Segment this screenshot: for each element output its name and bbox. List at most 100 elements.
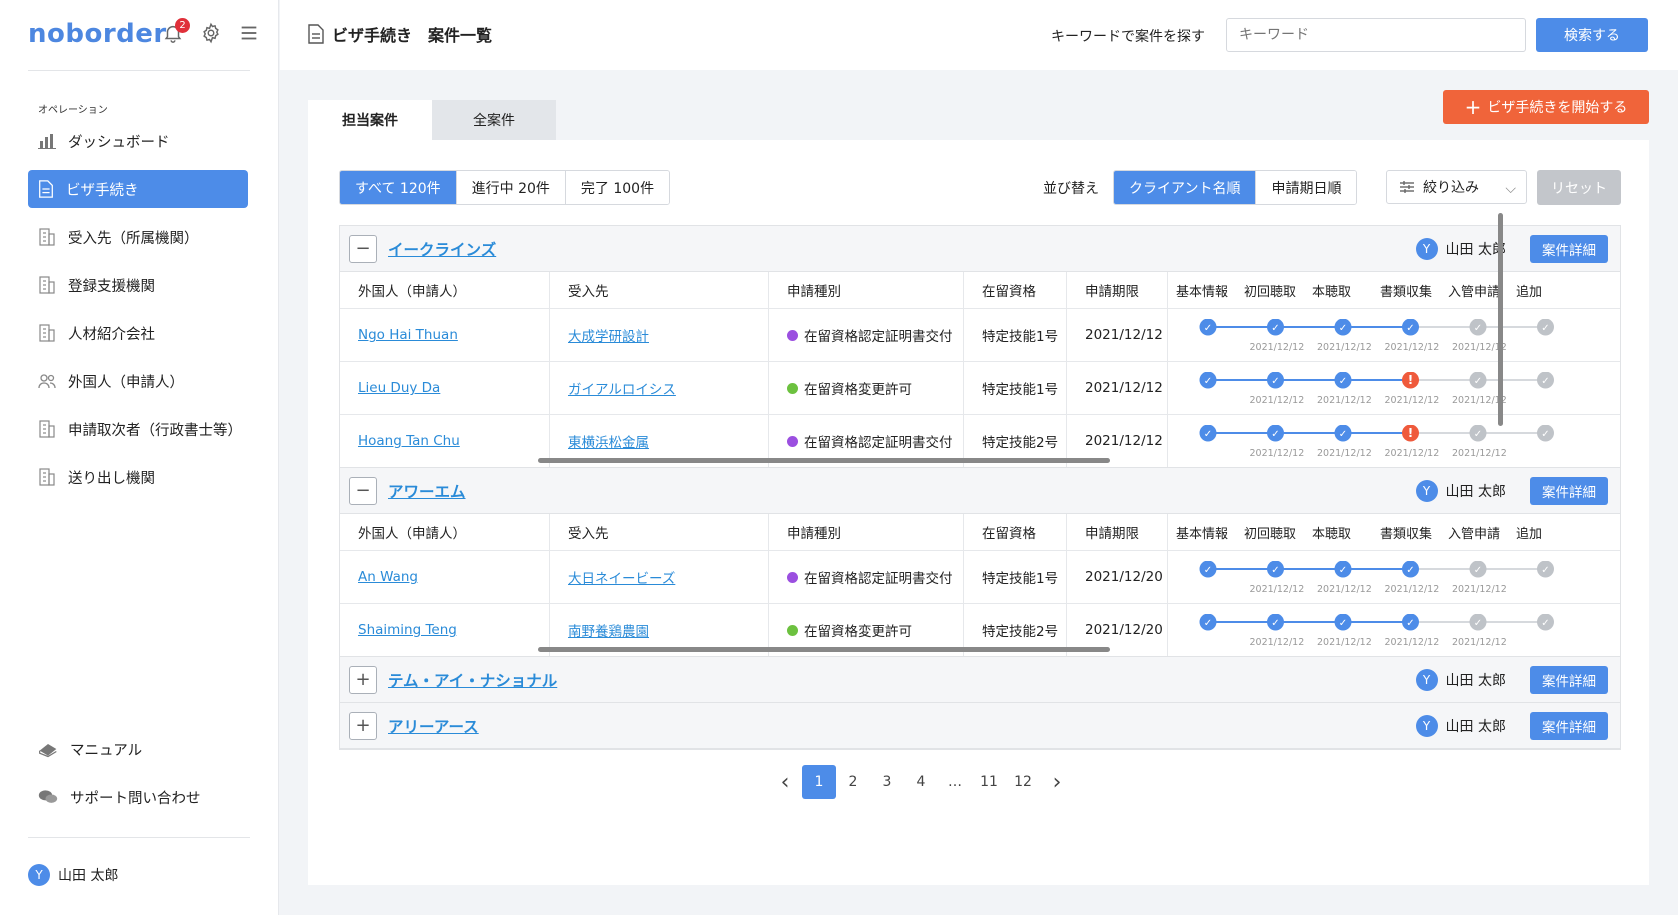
receiver-link[interactable]: 東横浜松金属 <box>568 431 649 451</box>
sidebar-item-5[interactable]: 外国人（申請人） <box>28 362 248 400</box>
type-label: 在留資格認定証明書交付 <box>804 329 953 345</box>
type-cell: 在留資格認定証明書交付 <box>769 309 964 361</box>
steps-wrap: ✓ ✓ ✓! ✓ ✓ 2021/12/12 2021/12/12 2021/12/12 2021… <box>1190 371 1610 406</box>
sidebar-item-1[interactable]: ビザ手続き <box>28 170 248 208</box>
applicant-link[interactable]: An Wang <box>358 569 418 585</box>
type-dot-icon <box>787 329 798 341</box>
page-number[interactable]: 3 <box>870 765 904 799</box>
steps-wrap: ✓ ✓ ✓ ✓ ✓ ✓ 2021/12/12 2021/12/12 2021/12/12 2021… <box>1190 318 1610 353</box>
stage-headers: 基本情報 初回聴取 本聴取 書類収集 入管申請 追加 <box>1168 272 1620 308</box>
step-date: 2021/12/12 <box>1249 584 1305 595</box>
people-icon <box>38 372 56 390</box>
receiver-link[interactable]: 南野養鶏農園 <box>568 620 649 640</box>
applicant-link[interactable]: Hoang Tan Chu <box>358 433 460 449</box>
horizontal-scrollbar[interactable] <box>538 647 1110 652</box>
case-detail-button[interactable]: 案件詳細 <box>1530 477 1608 505</box>
stage-header: 書類収集 <box>1380 284 1433 300</box>
step-mark: ✓ <box>1204 565 1212 576</box>
sidebar-item-2[interactable]: 受入先（所属機関） <box>28 218 248 256</box>
gear-icon[interactable] <box>200 22 224 46</box>
page-title-text: ビザ手続き 案件一覧 <box>332 26 493 45</box>
building-icon <box>38 468 56 486</box>
client-name-link[interactable]: イークラインズ <box>388 238 496 260</box>
applicant-cell: Lieu Duy Da <box>340 362 550 414</box>
expand-toggle[interactable]: + <box>349 665 377 694</box>
keyword-input[interactable] <box>1226 18 1526 52</box>
type-label: 在留資格認定証明書交付 <box>804 571 953 587</box>
horizontal-scrollbar[interactable] <box>538 458 1110 463</box>
reset-button[interactable]: リセット <box>1537 170 1621 205</box>
sidebar-item-4[interactable]: 人材紹介会社 <box>28 314 248 352</box>
table-row: Ngo Hai Thuan 大成学研設計 在留資格認定証明書交付 特定技能1号 2021… <box>340 309 1620 362</box>
sidebar-item-7[interactable]: 送り出し機関 <box>28 458 248 496</box>
case-detail-button[interactable]: 案件詳細 <box>1530 712 1608 740</box>
page-number[interactable]: 11 <box>972 765 1006 799</box>
sidebar-item-6[interactable]: 申請取次者（行政書士等） <box>28 410 248 448</box>
tab-assigned[interactable]: 担当案件 <box>308 100 432 140</box>
page-number[interactable]: 12 <box>1006 765 1040 799</box>
bell-icon[interactable]: 2 <box>162 18 190 46</box>
vertical-scrollbar[interactable] <box>1498 213 1503 426</box>
sidebar: noborder 2 オペレーション ダッシュボード ビザ手続き 受入先（所属機関）… <box>0 0 279 915</box>
filter-in-progress[interactable]: 進行中 20件 <box>456 171 566 204</box>
step-date: 2021/12/12 <box>1249 342 1305 353</box>
column-header: 外国人（申請人） <box>340 514 550 550</box>
sidebar-item-3[interactable]: 登録支援機関 <box>28 266 248 304</box>
page-number[interactable]: 4 <box>904 765 938 799</box>
narrow-dropdown[interactable]: 絞り込み ⌵ <box>1386 170 1527 204</box>
receiver-link[interactable]: ガイアルロイシス <box>568 378 676 398</box>
step-mark: ✓ <box>1474 565 1482 576</box>
page-number[interactable]: 1 <box>802 765 836 799</box>
step-mark: ✓ <box>1339 429 1347 440</box>
stage-header: 本聴取 <box>1312 284 1352 300</box>
case-detail-button[interactable]: 案件詳細 <box>1530 666 1608 694</box>
start-visa-button[interactable]: + ビザ手続きを開始する <box>1443 90 1649 124</box>
collapse-toggle[interactable]: − <box>349 234 377 263</box>
filter-all[interactable]: すべて 120件 <box>340 171 457 204</box>
support-link[interactable]: サポート問い合わせ <box>28 778 248 816</box>
receiver-link[interactable]: 大日ネイービーズ <box>568 567 675 587</box>
group-header: + テム・アイ・ナショナル Y 山田 太郎 案件詳細 <box>340 657 1620 703</box>
sort-by-deadline[interactable]: 申請期日順 <box>1256 171 1357 204</box>
prev-page-icon[interactable]: ‹ <box>768 765 802 799</box>
manual-link[interactable]: マニュアル <box>28 730 248 768</box>
sidebar-divider <box>28 70 250 71</box>
page-number: … <box>948 774 962 790</box>
group-table: 外国人（申請人） 受入先 申請種別 在留資格 申請期限 基本情報 初回聴取 本聴取 書類収集 入管… <box>340 514 1620 657</box>
receiver-link[interactable]: 大成学研設計 <box>568 325 649 345</box>
step-date: 2021/12/12 <box>1384 637 1440 648</box>
step-date: 2021/12/12 <box>1317 584 1372 595</box>
client-name-link[interactable]: アワーエム <box>388 480 466 502</box>
deadline-cell: 2021/12/12 <box>1067 309 1168 361</box>
stage-header: 初回聴取 <box>1244 284 1297 300</box>
collapse-toggle[interactable]: − <box>349 476 377 505</box>
expand-toggle[interactable]: + <box>349 711 377 740</box>
chevron-down-icon: ⌵ <box>1505 181 1516 197</box>
applicant-link[interactable]: Shaiming Teng <box>358 622 457 638</box>
sort-by-client[interactable]: クライアント名順 <box>1114 171 1257 204</box>
building-icon <box>38 324 56 342</box>
search-button[interactable]: 検索する <box>1536 18 1648 52</box>
sidebar-item-0[interactable]: ダッシュボード <box>28 122 248 160</box>
step-mark: ! <box>1408 373 1413 387</box>
group-header: + アリーアース Y 山田 太郎 案件詳細 <box>340 703 1620 749</box>
next-page-icon[interactable]: › <box>1040 765 1074 799</box>
step-mark: ✓ <box>1541 429 1549 440</box>
applicant-link[interactable]: Lieu Duy Da <box>358 380 440 396</box>
menu-icon[interactable] <box>238 22 262 46</box>
client-name-link[interactable]: テム・アイ・ナショナル <box>388 669 557 691</box>
client-name-link[interactable]: アリーアース <box>388 715 479 737</box>
applicant-link[interactable]: Ngo Hai Thuan <box>358 327 458 343</box>
tab-all[interactable]: 全案件 <box>432 100 556 140</box>
group-owner: Y 山田 太郎 案件詳細 <box>1415 235 1608 263</box>
steps-wrap: ✓ ✓ ✓ ✓ ✓ ✓ 2021/12/12 2021/12/12 2021/12/12 2021… <box>1190 560 1610 595</box>
applicant-cell: Shaiming Teng <box>340 604 550 656</box>
case-detail-button[interactable]: 案件詳細 <box>1530 235 1608 263</box>
filter-done[interactable]: 完了 100件 <box>565 171 670 204</box>
owner-name: 山田 太郎 <box>1445 484 1506 500</box>
page-number[interactable]: 2 <box>836 765 870 799</box>
column-header: 外国人（申請人） <box>340 272 550 308</box>
user-profile[interactable]: Y 山田 太郎 <box>28 864 118 886</box>
column-header: 申請種別 <box>769 272 964 308</box>
logo[interactable]: noborder <box>28 19 167 49</box>
